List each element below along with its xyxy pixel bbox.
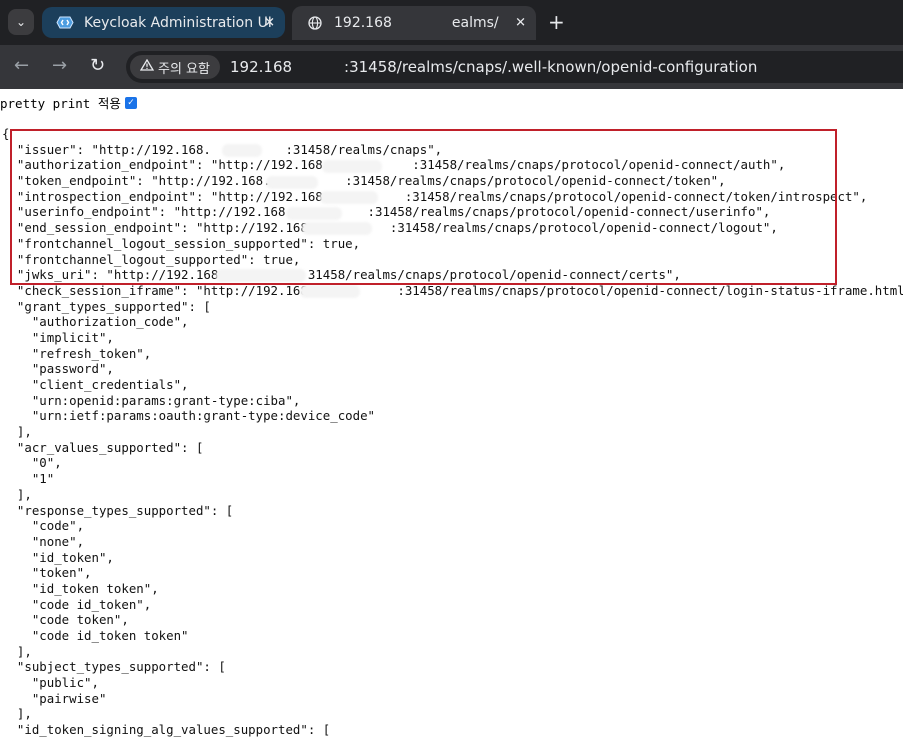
- tab-title: Keycloak Administration UI: [84, 14, 272, 31]
- json-line: "userinfo_endpoint": "http://192.168. :3…: [2, 204, 771, 220]
- json-line: ],: [2, 643, 32, 659]
- json-line: "code id_token token": [2, 628, 189, 643]
- json-line: "code id_token",: [2, 596, 152, 612]
- browser-toolbar: ← → ↻ 주의 요함 192.168 :31458/realms/cnaps/.…: [0, 45, 903, 89]
- address-bar[interactable]: 주의 요함 192.168 :31458/realms/cnaps/.well-k…: [126, 51, 903, 83]
- json-line: "subject_types_supported": [: [2, 659, 226, 675]
- json-line: "token",: [2, 565, 92, 581]
- pretty-print-label: pretty print 적용: [0, 96, 121, 111]
- tab-title: 192.168: [334, 15, 392, 31]
- json-line: ],: [2, 486, 32, 502]
- json-line: "urn:openid:params:grant-type:ciba",: [2, 392, 301, 408]
- tab-keycloak-admin[interactable]: Keycloak Administration UI ✕: [42, 7, 285, 38]
- json-line: ],: [2, 706, 32, 722]
- url-text[interactable]: 192.168 :31458/realms/cnaps/.well-known/o…: [230, 58, 757, 76]
- json-line: "0",: [2, 455, 62, 471]
- globe-icon: [306, 16, 324, 30]
- back-arrow-icon[interactable]: ←: [14, 57, 29, 75]
- json-line: {: [2, 126, 10, 141]
- tab-strip: ⌄ Keycloak Administration UI ✕ 192.168 e…: [0, 0, 903, 45]
- forward-arrow-icon[interactable]: →: [52, 57, 67, 75]
- security-label: 주의 요함: [158, 61, 210, 77]
- json-line: "code",: [2, 518, 85, 534]
- json-line: "frontchannel_logout_session_supported":…: [2, 235, 361, 251]
- json-line: "introspection_endpoint": "http://192.16…: [2, 188, 868, 204]
- site-security-chip[interactable]: 주의 요함: [130, 55, 220, 79]
- json-line: ],: [2, 424, 32, 440]
- redaction-blur: [302, 222, 372, 235]
- json-line: "response_types_supported": [: [2, 502, 234, 518]
- json-line: "id_token token",: [2, 580, 159, 596]
- redaction-blur: [266, 176, 318, 189]
- url-start: 192.168: [230, 58, 293, 76]
- json-line: "end_session_endpoint": "http://192.168 …: [2, 220, 778, 236]
- redaction-blur: [286, 207, 342, 220]
- redaction-mask: [292, 60, 345, 75]
- json-line: "id_token_signing_alg_values_supported":…: [2, 722, 331, 738]
- json-line: "pairwise": [2, 690, 107, 706]
- json-line: "frontchannel_logout_supported": true,: [2, 251, 301, 267]
- json-line: "refresh_token",: [2, 345, 152, 361]
- json-line: "issuer": "http://192.168. :31458/realms…: [16, 141, 443, 157]
- json-line: "public",: [2, 675, 99, 691]
- reload-icon[interactable]: ↻: [90, 57, 105, 75]
- json-line: "check_session_iframe": "http://192.168 …: [2, 282, 903, 298]
- new-tab-button[interactable]: +: [548, 10, 565, 34]
- json-line: "token_endpoint": "http://192.168. :3145…: [2, 173, 726, 189]
- redaction-blur: [222, 144, 262, 157]
- url-end: :31458/realms/cnaps/.well-known/openid-c…: [344, 58, 758, 76]
- pretty-print-toggle[interactable]: pretty print 적용 ✓: [0, 93, 137, 112]
- json-line: "1": [2, 471, 55, 487]
- json-line: "authorization_endpoint": "http://192.16…: [2, 157, 786, 173]
- redaction-blur: [300, 285, 360, 298]
- close-tab-icon[interactable]: ✕: [264, 15, 275, 30]
- keycloak-icon: [56, 16, 74, 30]
- json-line: "password",: [2, 361, 114, 377]
- tab-title-tail: ealms/: [451, 15, 499, 31]
- json-line: "acr_values_supported": [: [2, 439, 204, 455]
- warning-triangle-icon: [139, 58, 155, 75]
- tab-openid-config[interactable]: 192.168 ealms/ ✕: [292, 6, 536, 40]
- json-line: "implicit",: [2, 329, 114, 345]
- json-line: "none",: [2, 533, 85, 549]
- redaction-blur: [216, 269, 306, 282]
- json-viewer: { "issuer": "http://192.168. :31458/real…: [2, 126, 903, 738]
- json-line: "authorization_code",: [2, 314, 189, 330]
- redaction-blur: [320, 191, 378, 204]
- close-tab-icon[interactable]: ✕: [515, 16, 526, 31]
- json-line: "code token",: [2, 612, 129, 628]
- json-line: "grant_types_supported": [: [2, 298, 211, 314]
- json-line: "id_token",: [2, 549, 114, 565]
- redaction-mask: [391, 16, 452, 30]
- pretty-print-checkbox[interactable]: ✓: [124, 96, 137, 109]
- json-line: "urn:ietf:params:oauth:grant-type:device…: [2, 408, 375, 424]
- redaction-blur: [322, 160, 382, 173]
- tab-search-menu-icon[interactable]: ⌄: [8, 9, 34, 35]
- json-line: "client_credentials",: [2, 377, 189, 392]
- json-line: "jwks_uri": "http://192.168. 31458/realm…: [2, 267, 681, 283]
